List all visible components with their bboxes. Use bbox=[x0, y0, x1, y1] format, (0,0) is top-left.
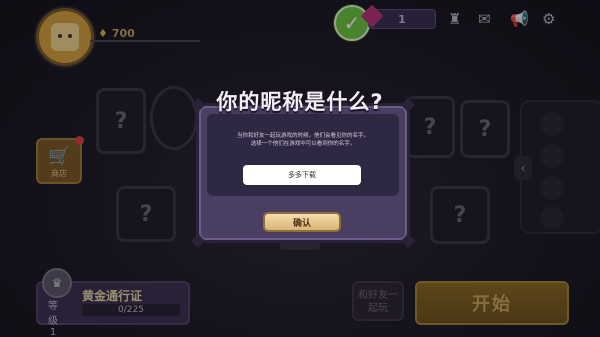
nickname-input[interactable] bbox=[243, 165, 361, 185]
dialog-description-line: 当你和好友一起玩游戏的时候，他们会看见你的名字。 bbox=[236, 133, 369, 139]
dialog-title: 你的昵称是什么? bbox=[216, 90, 384, 114]
dialog-description: 当你和好友一起玩游戏的时候，他们会看见你的名字。 选择一个他们在游戏中可以看到你… bbox=[215, 132, 391, 148]
game-screen: ? ? ? ? ? ♦ 700 ✓ 1 ♜ ✉ 📢 ⚙ 🛒 商店 ‹ 等级 1 … bbox=[0, 0, 600, 337]
dialog-description-line: 选择一个他们在游戏中可以看到你的名字。 bbox=[250, 141, 356, 147]
confirm-button[interactable]: 确认 bbox=[263, 212, 341, 232]
nickname-dialog: 当你和好友一起玩游戏的时候，他们会看见你的名字。 选择一个他们在游戏中可以看到你… bbox=[190, 97, 416, 249]
